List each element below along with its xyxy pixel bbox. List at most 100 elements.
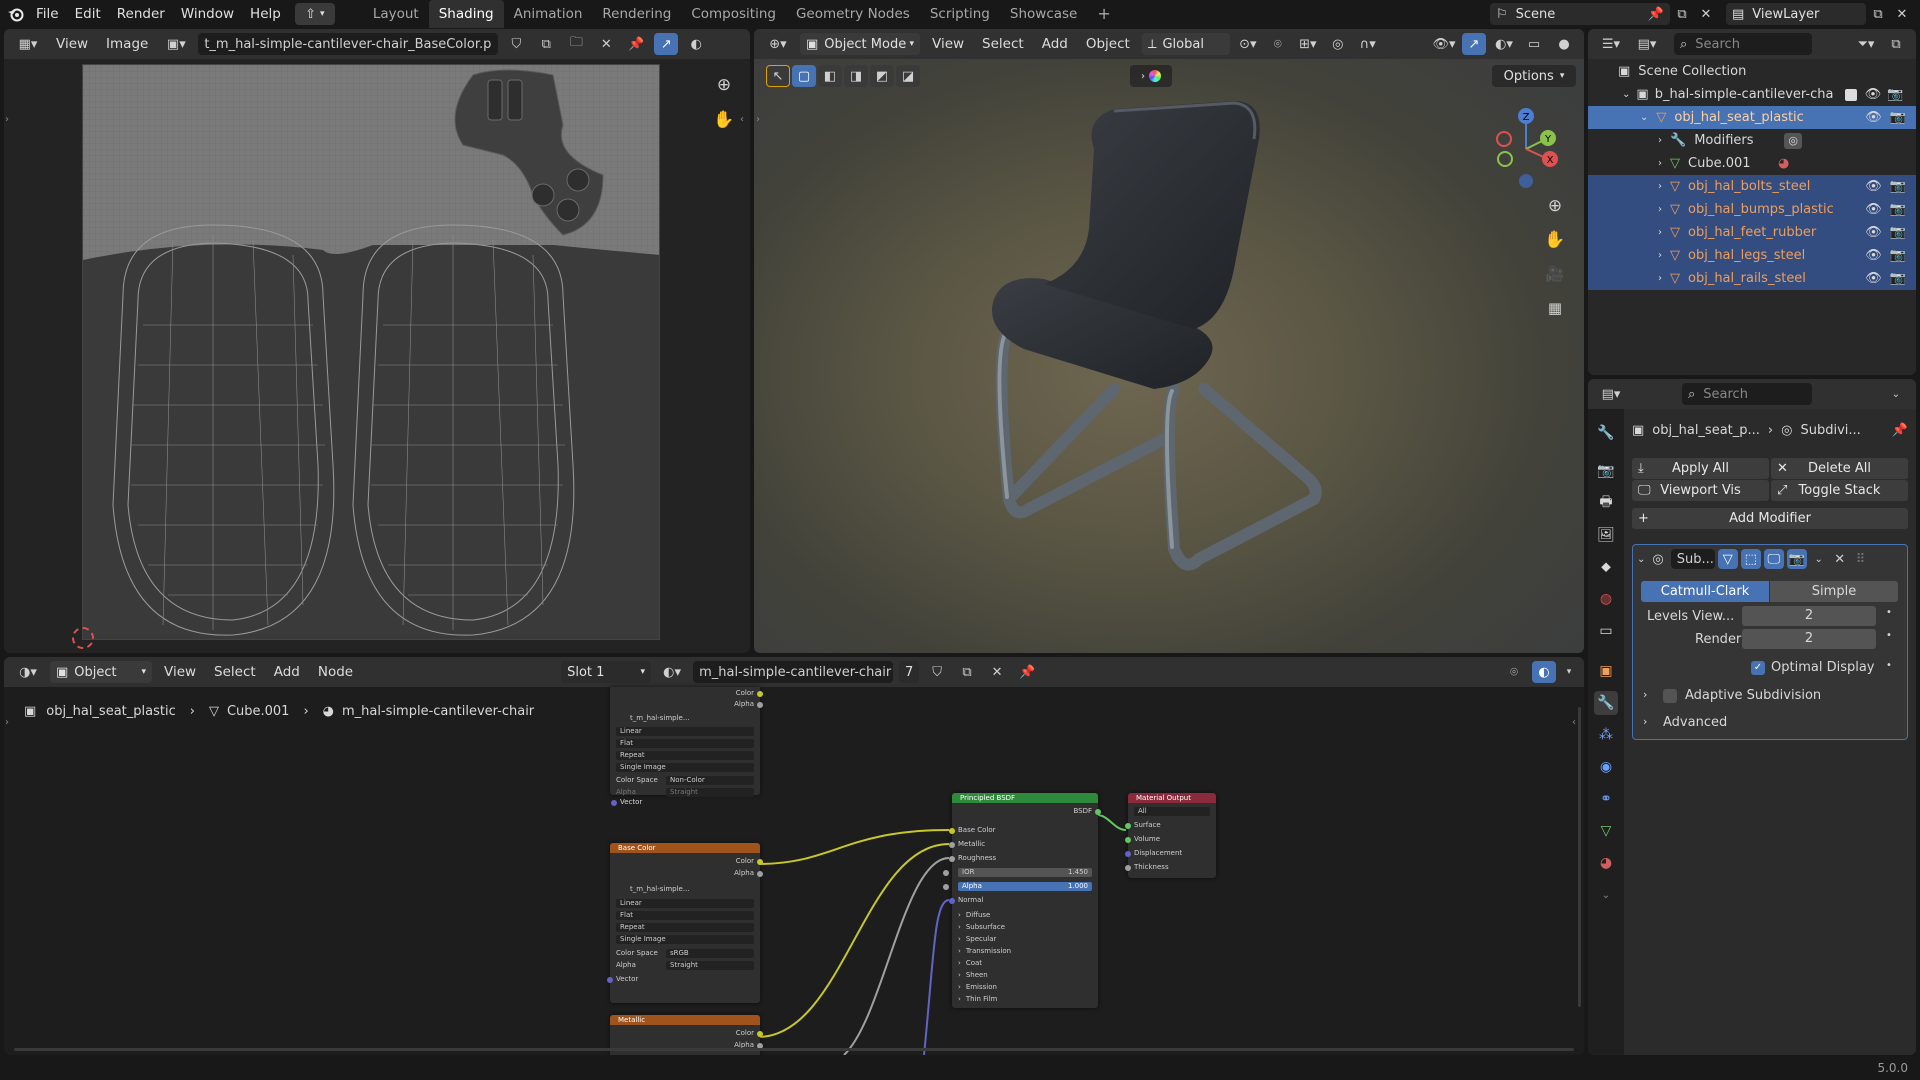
socket-thickness[interactable] <box>1125 864 1131 871</box>
eye-icon[interactable]: 👁 <box>1865 271 1882 286</box>
dropdown-icon[interactable]: ⌄ <box>1810 548 1828 570</box>
tab-animation[interactable]: Animation <box>504 0 593 28</box>
socket-bsdf[interactable] <box>1095 808 1101 815</box>
outliner-row[interactable]: ⌄ ▽ obj_hal_seat_plastic 👁 📷 <box>1588 106 1916 129</box>
expand-arrow-icon[interactable]: › <box>1643 688 1647 701</box>
scene-statistics-toggle[interactable]: › <box>1130 65 1172 87</box>
object-tab-icon[interactable]: ▣ <box>1594 659 1618 683</box>
socket-normal[interactable] <box>949 897 955 904</box>
menu-select[interactable]: Select <box>976 36 1030 52</box>
uv-texture-canvas[interactable] <box>82 64 660 640</box>
node-header[interactable]: Material Output <box>1128 793 1216 803</box>
eye-icon[interactable]: 👁 <box>1865 225 1882 240</box>
projection-dropdown[interactable]: Flat <box>616 911 754 920</box>
toggle-stack-button[interactable]: ⤢ Toggle Stack <box>1771 480 1908 501</box>
expand-arrow-icon[interactable]: ⌄ <box>1640 112 1648 123</box>
editor-type-icon[interactable]: ▦▾ <box>12 33 44 55</box>
expand-arrow-icon[interactable]: › <box>1643 715 1647 728</box>
outliner-row[interactable]: › ▽ obj_hal_bumps_plastic 👁 📷 <box>1588 198 1916 221</box>
material-icon[interactable]: ◕ <box>1778 156 1789 171</box>
principled-bsdf-node[interactable]: Principled BSDF BSDF Base Color Metallic… <box>943 793 1101 1008</box>
menu-render[interactable]: Render <box>109 0 173 28</box>
projection-dropdown[interactable]: Flat <box>616 739 754 748</box>
tab-compositing[interactable]: Compositing <box>681 0 786 28</box>
visibility-icon[interactable]: 👁▾ <box>1432 33 1456 55</box>
remove-modifier-icon[interactable]: ✕ <box>1831 548 1849 570</box>
animate-dot-icon[interactable]: • <box>1886 630 1892 641</box>
physics-tab-icon[interactable]: ◉ <box>1594 755 1618 779</box>
transform-orientation-dropdown[interactable]: ⟂ Global <box>1141 33 1230 55</box>
socket-color[interactable] <box>757 858 763 865</box>
socket-displacement[interactable] <box>1125 850 1131 857</box>
node-header[interactable]: Metallic <box>610 1015 760 1025</box>
alpha-field[interactable]: Alpha 1.000 <box>943 882 1092 891</box>
menu-object[interactable]: Object <box>1080 36 1136 52</box>
new-selection-icon[interactable]: ▢ <box>792 65 816 87</box>
catmull-clark-button[interactable]: Catmull-Clark <box>1641 581 1769 602</box>
bsdf-panel-row[interactable]: › Specular <box>958 935 1092 944</box>
output-tab-icon[interactable]: 🖶 <box>1594 491 1618 515</box>
expand-arrow-icon[interactable]: ⌄ <box>1622 89 1630 100</box>
pin-icon[interactable]: 📌 <box>1892 423 1908 438</box>
ior-field[interactable]: IOR 1.450 <box>943 868 1092 877</box>
2d-cursor-icon[interactable] <box>72 627 94 649</box>
data-tab-icon[interactable]: ▽ <box>1594 819 1618 843</box>
tool-tab-icon[interactable]: 🔧 <box>1594 421 1618 445</box>
falloff-icon[interactable]: ∩▾ <box>1356 33 1380 55</box>
outliner-row[interactable]: › ▽ obj_hal_rails_steel 👁 📷 <box>1588 267 1916 290</box>
subdivision-modifier-icon[interactable]: ◎ <box>1784 132 1803 149</box>
image-name-field[interactable]: t_m_hal-simple-cantilever-chair_BaseColo… <box>198 33 499 55</box>
bsdf-panel-row[interactable]: › Coat <box>958 959 1092 968</box>
edit-mode-toggle-icon[interactable]: ▽ <box>1717 549 1738 569</box>
animate-dot-icon[interactable]: • <box>1886 660 1892 671</box>
publish-menu-button[interactable]: ⇧ ▾ <box>294 3 335 25</box>
optimal-display-checkbox[interactable]: ✓ <box>1751 661 1765 675</box>
tab-shading[interactable]: Shading <box>428 0 504 28</box>
modifier-tab-icon[interactable]: 🔧 <box>1594 691 1618 715</box>
toolbar-toggle-icon[interactable]: ‹ <box>1572 717 1576 728</box>
extension-dropdown[interactable]: Repeat <box>616 923 754 932</box>
toolbar-toggle-icon[interactable]: ‹ <box>740 114 744 125</box>
expand-arrow-icon[interactable]: › <box>1658 273 1662 284</box>
overlay-toggle-icon[interactable]: ◐ <box>684 33 708 55</box>
modifier-name-field[interactable]: Sub... <box>1670 549 1715 569</box>
checkbox-icon[interactable] <box>1844 88 1857 101</box>
add-workspace-icon[interactable]: + <box>1087 0 1120 28</box>
node-header[interactable]: Principled BSDF <box>952 793 1098 803</box>
socket-surface[interactable] <box>1125 822 1131 829</box>
camera-view-icon[interactable]: 🎥 <box>1543 263 1567 285</box>
editor-type-icon[interactable]: ⊕▾ <box>762 33 794 55</box>
bsdf-panel-row[interactable]: › Emission <box>958 983 1092 992</box>
adaptive-subdivision-label[interactable]: Adaptive Subdivision <box>1685 688 1821 703</box>
sidebar-toggle-icon[interactable]: › <box>5 114 9 125</box>
socket-vector[interactable] <box>611 799 617 806</box>
simple-button[interactable]: Simple <box>1770 581 1898 602</box>
collapse-arrow-icon[interactable]: ⌄ <box>1637 554 1645 565</box>
socket-color[interactable] <box>757 690 763 697</box>
camera-icon[interactable]: 📷 <box>1890 202 1906 217</box>
outliner-row[interactable]: › ▽ obj_hal_feet_rubber 👁 📷 <box>1588 221 1916 244</box>
folder-icon[interactable]: 🗀 <box>564 33 588 55</box>
outliner-row[interactable]: › ▽ obj_hal_bolts_steel 👁 📷 <box>1588 175 1916 198</box>
viewport-canvas[interactable] <box>754 29 1584 653</box>
invert-selection-icon[interactable]: ◩ <box>870 65 894 87</box>
outliner-row-collection[interactable]: ⌄ ▣ b_hal-simple-cantilever-cha 👁 📷 <box>1588 83 1916 106</box>
xray-icon[interactable]: ▭ <box>1522 33 1546 55</box>
toolbar-toggle-icon[interactable]: › <box>756 114 760 125</box>
cage-toggle-icon[interactable]: ⬚ <box>1740 549 1761 569</box>
menu-help[interactable]: Help <box>242 0 289 28</box>
expand-arrow-icon[interactable]: › <box>1658 227 1662 238</box>
socket-volume[interactable] <box>1125 836 1131 843</box>
menu-file[interactable]: File <box>28 0 67 28</box>
bsdf-panel-row[interactable]: › Thin Film <box>958 995 1092 1004</box>
duplicate-icon[interactable]: ⧉ <box>534 33 558 55</box>
menu-edit[interactable]: Edit <box>67 0 109 28</box>
unlink-icon[interactable]: ✕ <box>594 33 618 55</box>
image-browse-icon[interactable]: ▣▾ <box>160 33 192 55</box>
extend-selection-icon[interactable]: ◧ <box>818 65 842 87</box>
menu-view[interactable]: View <box>50 36 94 52</box>
camera-icon[interactable]: 📷 <box>1890 271 1906 286</box>
delete-view-layer-icon[interactable]: ✕ <box>1890 3 1914 25</box>
delete-all-button[interactable]: ✕ Delete All <box>1771 458 1908 479</box>
source-dropdown[interactable]: Single Image <box>616 763 754 772</box>
